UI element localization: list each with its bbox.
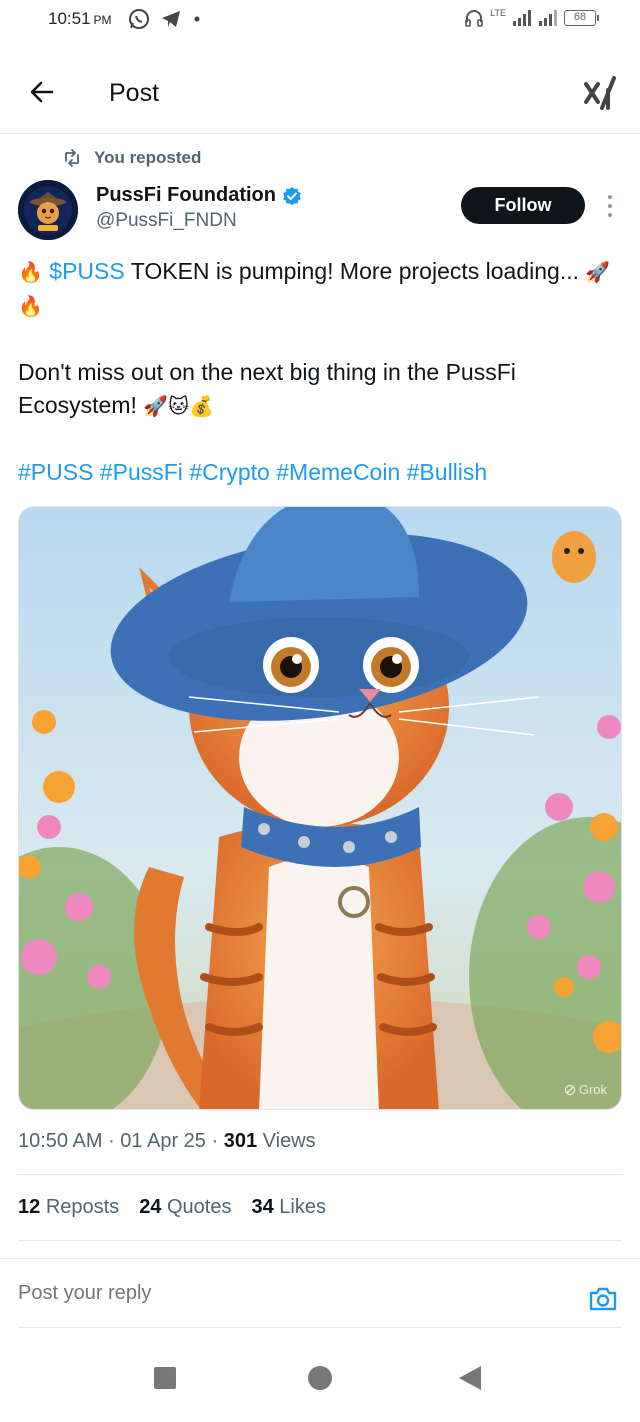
signal-icon (513, 10, 531, 26)
signal-icon-2 (539, 10, 557, 26)
back-arrow-icon (30, 81, 54, 103)
views-label: Views (262, 1130, 316, 1152)
fire-emoji: 🔥 (18, 260, 43, 284)
post-date[interactable]: 01 Apr 25 (120, 1130, 206, 1152)
reposts-count: 12 (18, 1196, 41, 1218)
hashtag-link[interactable]: #Bullish (407, 459, 488, 485)
system-nav-bar (0, 1340, 640, 1422)
whatsapp-icon (129, 9, 149, 29)
repost-label: You reposted (94, 148, 202, 167)
telegram-icon (162, 11, 180, 27)
more-dot-icon (608, 195, 612, 199)
likes-stat[interactable]: 34 Likes (251, 1196, 326, 1219)
divider (18, 1240, 622, 1241)
reply-bar-border (0, 1258, 640, 1259)
repost-icon (65, 149, 79, 167)
grok-watermark: Grok (564, 1082, 607, 1097)
author-name-text: PussFi Foundation (96, 184, 276, 206)
avatar-image (18, 180, 78, 240)
hashtag-link[interactable]: #PussFi (100, 459, 183, 485)
post-header: Post (0, 56, 640, 134)
rocket-cat-money-emoji: 🚀🐱💰 (143, 394, 214, 418)
reply-input[interactable] (18, 1282, 558, 1305)
headset-icon (465, 10, 483, 27)
hashtag-row: #PUSS #PussFi #Crypto #MemeCoin #Bullish (18, 456, 622, 489)
quotes-label: Quotes (167, 1196, 232, 1218)
camera-button[interactable] (586, 1282, 620, 1316)
views-count: 301 (223, 1130, 258, 1152)
reposts-stat[interactable]: 12 Reposts (18, 1196, 119, 1219)
more-dot-icon (608, 213, 612, 217)
status-bar: 10:51 PM LTE 68 (0, 0, 640, 40)
battery-level: 68 (573, 11, 587, 23)
post-paragraph-1: 🔥 $PUSS TOKEN is pumping! More projects … (18, 255, 622, 323)
x-logo-icon (584, 76, 616, 110)
grok-watermark-text: Grok (578, 1082, 607, 1097)
engagement-stats: 12 Reposts 24 Quotes 34 Likes (18, 1196, 326, 1219)
system-back-button[interactable] (459, 1366, 481, 1390)
grok-icon (564, 1084, 575, 1095)
page-title: Post (109, 79, 160, 107)
status-time: 10:51 PM (48, 9, 112, 29)
status-time-value: 10:51 (48, 9, 91, 28)
status-system-icons: LTE 68 (464, 6, 599, 30)
home-button[interactable] (308, 1366, 332, 1390)
hashtag-link[interactable]: #Crypto (189, 459, 270, 485)
battery-icon: 68 (564, 10, 599, 26)
likes-count: 34 (251, 1196, 274, 1218)
dot-icon (194, 16, 200, 22)
status-ampm: PM (93, 13, 112, 27)
hashtag-link[interactable]: #MemeCoin (276, 459, 400, 485)
reposts-label: Reposts (45, 1196, 120, 1218)
status-notification-icons (128, 7, 202, 31)
quotes-stat[interactable]: 24 Quotes (139, 1196, 231, 1219)
post-time[interactable]: 10:50 AM (18, 1130, 103, 1152)
camera-icon (589, 1287, 617, 1311)
verified-badge-icon (283, 186, 301, 205)
post-text-2: Don't miss out on the next big thing in … (18, 359, 516, 418)
quotes-count: 24 (139, 1196, 162, 1218)
more-options-button[interactable] (598, 192, 622, 220)
avatar[interactable] (18, 180, 78, 240)
grok-button[interactable] (580, 74, 620, 114)
author-name[interactable]: PussFi Foundation (96, 184, 302, 207)
divider (18, 1174, 622, 1175)
post-image[interactable]: Grok (18, 506, 622, 1110)
back-button[interactable] (24, 74, 60, 110)
post-body: 🔥 $PUSS TOKEN is pumping! More projects … (18, 255, 622, 489)
likes-label: Likes (279, 1196, 326, 1218)
cashtag-link[interactable]: $PUSS (49, 258, 124, 284)
author-handle[interactable]: @PussFi_FNDN (96, 210, 237, 232)
divider (18, 1327, 622, 1328)
post-text-1: TOKEN is pumping! More projects loading.… (124, 258, 579, 284)
hashtag-link[interactable]: #PUSS (18, 459, 93, 485)
recent-apps-button[interactable] (154, 1367, 176, 1389)
more-dot-icon (608, 204, 612, 208)
cat-illustration (19, 507, 621, 1109)
post-timestamp-views: 10:50 AM · 01 Apr 25 · 301 Views (18, 1130, 316, 1152)
follow-button[interactable]: Follow (461, 187, 585, 224)
post-paragraph-2: Don't miss out on the next big thing in … (18, 356, 622, 423)
network-type: LTE (490, 8, 506, 18)
repost-indicator: You reposted (62, 146, 201, 170)
